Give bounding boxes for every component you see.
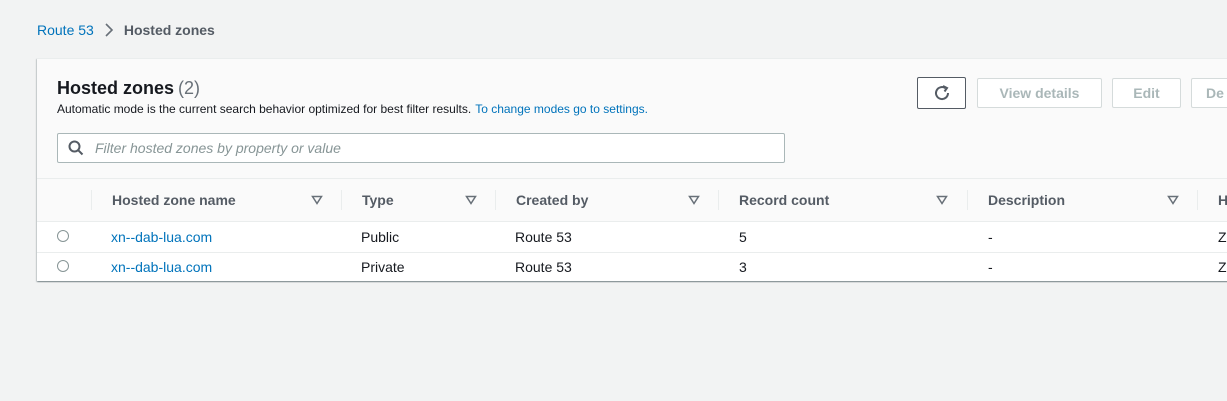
column-divider — [718, 190, 719, 210]
sort-down-icon[interactable] — [465, 195, 477, 205]
panel-header: Hosted zones (2) Automatic mode is the cu… — [37, 59, 1227, 179]
hosted-zone-id-cell: ZC — [1218, 259, 1227, 275]
filter-search-box[interactable] — [57, 133, 785, 163]
hosted-zone-name-link[interactable]: xn--dab-lua.com — [111, 222, 212, 252]
row-select-radio[interactable] — [57, 230, 69, 242]
column-header-label: Hosted zone name — [112, 192, 236, 208]
sort-down-icon[interactable] — [1167, 195, 1179, 205]
breadcrumb-current: Hosted zones — [123, 22, 215, 38]
column-divider — [91, 190, 92, 210]
description-cell: - — [988, 259, 993, 275]
settings-link[interactable]: To change modes go to settings. — [475, 102, 648, 116]
search-mode-description: Automatic mode is the current search beh… — [57, 102, 648, 116]
column-header-label: H — [1218, 192, 1227, 208]
column-header-description[interactable]: Description — [988, 179, 1188, 221]
hosted-zones-panel: Hosted zones (2) Automatic mode is the cu… — [37, 58, 1227, 281]
column-header-label: Created by — [516, 192, 589, 208]
column-header-label: Description — [988, 192, 1066, 208]
table-header: Hosted zone name Type Created by Record … — [37, 179, 1227, 222]
type-cell: Public — [361, 229, 400, 245]
type-cell: Private — [361, 259, 405, 275]
sort-down-icon[interactable] — [936, 195, 948, 205]
column-header-hosted-zone-name[interactable]: Hosted zone name — [112, 179, 342, 221]
table-row[interactable]: xn--dab-lua.com Private Route 53 3 - ZC — [37, 252, 1227, 281]
record-count-cell: 5 — [739, 229, 747, 245]
created-by-cell: Route 53 — [515, 229, 572, 245]
record-count-cell: 3 — [739, 259, 747, 275]
created-by-cell: Route 53 — [515, 259, 572, 275]
refresh-icon — [933, 84, 951, 102]
view-details-button[interactable]: View details — [977, 78, 1102, 108]
chevron-right-icon — [104, 23, 114, 37]
search-icon — [68, 140, 84, 156]
filter-search-input[interactable] — [93, 139, 757, 157]
edit-button[interactable]: Edit — [1112, 78, 1181, 108]
column-divider — [495, 190, 496, 210]
table-row[interactable]: xn--dab-lua.com Public Route 53 5 - ZC — [37, 222, 1227, 253]
column-header-hosted-zone-id[interactable]: H — [1218, 179, 1227, 221]
column-header-label: Record count — [739, 192, 830, 208]
description-text: Automatic mode is the current search beh… — [57, 102, 472, 116]
column-header-type[interactable]: Type — [362, 179, 512, 221]
column-header-created-by[interactable]: Created by — [516, 179, 726, 221]
title-text: Hosted zones — [57, 78, 175, 98]
refresh-button[interactable] — [917, 77, 966, 109]
column-divider — [1197, 190, 1198, 210]
sort-down-icon[interactable] — [688, 195, 700, 205]
zone-count: (2) — [178, 78, 201, 98]
hosted-zone-name-link[interactable]: xn--dab-lua.com — [111, 252, 212, 281]
delete-button[interactable]: De — [1191, 78, 1227, 108]
row-select-radio[interactable] — [57, 260, 69, 272]
column-divider — [341, 190, 342, 210]
breadcrumb: Route 53 Hosted zones — [37, 21, 215, 39]
column-divider — [967, 190, 968, 210]
hosted-zone-id-cell: ZC — [1218, 229, 1227, 245]
column-header-label: Type — [362, 192, 394, 208]
column-header-record-count[interactable]: Record count — [739, 179, 969, 221]
description-cell: - — [988, 229, 993, 245]
sort-down-icon[interactable] — [311, 195, 323, 205]
breadcrumb-route53-link[interactable]: Route 53 — [37, 22, 94, 38]
page-title: Hosted zones (2) — [57, 78, 200, 99]
